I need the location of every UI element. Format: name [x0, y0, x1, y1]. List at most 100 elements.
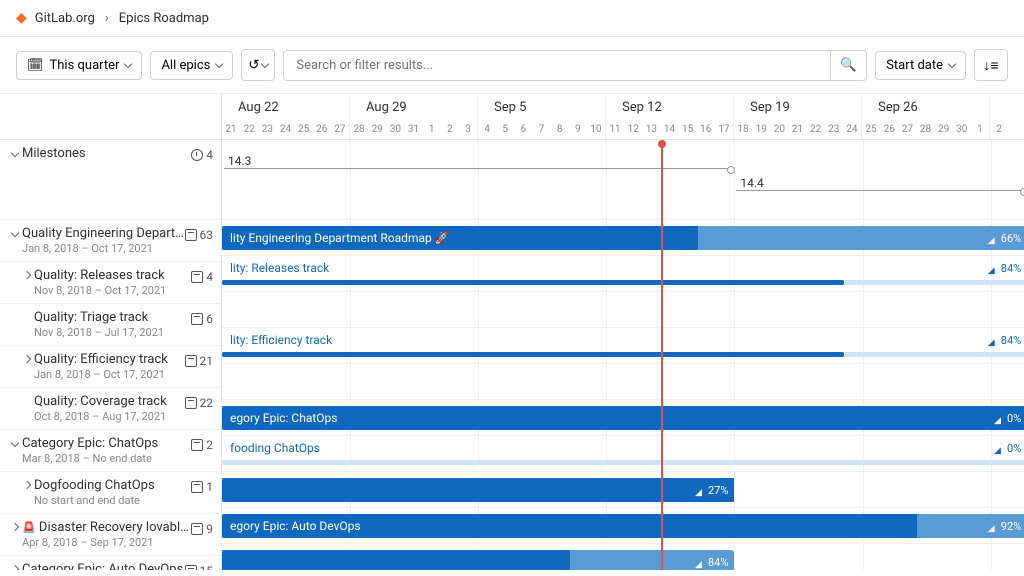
epic-count: 15 — [200, 564, 214, 570]
day-label: 10 — [587, 124, 605, 135]
sidebar-header-blank — [0, 94, 221, 140]
epic-count: 21 — [200, 354, 214, 368]
epic-row[interactable]: Quality Engineering Department Roa… Jan … — [0, 220, 221, 262]
search-icon: 🔍 — [840, 58, 857, 73]
week-column: Sep 12 11121314151617 — [606, 94, 734, 139]
epic-count: 63 — [200, 228, 214, 242]
epic-title: Quality: Efficiency track — [34, 352, 185, 367]
week-label: Sep 19 — [750, 100, 861, 115]
milestones-row[interactable]: Milestones 4 — [0, 140, 221, 220]
epic-title: Quality: Coverage track — [34, 394, 185, 409]
day-label — [1008, 124, 1024, 135]
week-label: Sep 5 — [494, 100, 605, 115]
search-input[interactable] — [284, 51, 830, 80]
epic-bar[interactable]: lity: Efficiency track 84% — [222, 330, 1024, 350]
week-label: Aug 22 — [238, 100, 349, 115]
epics-sidebar: Milestones 4 Quality Engineering Departm… — [0, 94, 222, 570]
epic-bar-label: lity Engineering Department Roadmap 🚀 — [222, 231, 458, 245]
day-label: 22 — [807, 124, 825, 135]
breadcrumb-org[interactable]: GitLab.org — [35, 11, 95, 26]
week-column: Sep 19 18192021222324 — [734, 94, 862, 139]
chevron-down-icon — [948, 60, 956, 68]
epic-row[interactable]: 🚨 Disaster Recovery lovable maturity Apr… — [0, 514, 221, 556]
breadcrumb-page[interactable]: Epics Roadmap — [119, 11, 209, 26]
controls-bar: 🗓 This quarter All epics ↺ 🔍 Start date … — [0, 37, 1024, 94]
day-label: 30 — [953, 124, 971, 135]
epic-row[interactable]: Category Epic: ChatOps Mar 8, 2018 – No … — [0, 430, 221, 472]
epic-lane: lity: Releases track 84% — [222, 256, 1024, 292]
epic-bar[interactable]: fooding ChatOps 0% — [222, 438, 1024, 458]
epic-progress-track — [222, 460, 1024, 465]
milestone-label[interactable]: 14.4 — [740, 176, 763, 190]
epic-dates: Jan 8, 2018 – Oct 17, 2021 — [34, 368, 185, 381]
sort-label: Start date — [886, 58, 943, 73]
epic-dates: Mar 8, 2018 – No end date — [22, 452, 191, 465]
epics-filter-select[interactable]: All epics — [150, 51, 233, 80]
epic-icon — [185, 355, 197, 367]
day-label: 22 — [240, 124, 258, 135]
milestone-line — [224, 168, 732, 169]
day-label: 13 — [642, 124, 660, 135]
calendar-icon: 🗓 — [27, 58, 44, 73]
epic-bar[interactable]: lity: Releases track 84% — [222, 258, 1024, 278]
epic-count: 9 — [206, 522, 213, 536]
sort-icon: ↓≡ — [983, 57, 998, 74]
day-label: 21 — [222, 124, 240, 135]
epic-bar-label: egory Epic: Auto DevOps — [222, 519, 369, 533]
range-select[interactable]: 🗓 This quarter — [16, 51, 142, 80]
week-column: Aug 22 21222324252627 — [222, 94, 350, 139]
epic-row[interactable]: Quality: Efficiency track Jan 8, 2018 – … — [0, 346, 221, 388]
epic-lane: 27% — [222, 472, 1024, 508]
epic-row[interactable]: Quality: Triage track Nov 8, 2018 – Jul … — [0, 304, 221, 346]
roadmap: Milestones 4 Quality Engineering Departm… — [0, 94, 1024, 570]
epic-row[interactable]: Quality: Releases track Nov 8, 2018 – Oc… — [0, 262, 221, 304]
epic-bar-pct: 0% — [994, 412, 1021, 425]
epic-progress-fill — [222, 352, 844, 357]
weight-icon — [988, 233, 998, 243]
epic-bar-pct: 84% — [695, 556, 728, 569]
epic-count: 2 — [206, 438, 213, 452]
milestones-lane: 14.3 14.4 — [222, 140, 1024, 220]
weight-icon — [695, 557, 705, 567]
history-icon: ↺ — [248, 58, 259, 73]
epic-dates: No start and end date — [34, 494, 191, 507]
day-label: 1 — [423, 124, 441, 135]
epic-bar-label: lity: Releases track — [222, 261, 337, 275]
sort-direction-button[interactable]: ↓≡ — [974, 49, 1008, 81]
epic-title: Quality Engineering Department Roa… — [22, 226, 185, 241]
epic-count: 22 — [200, 396, 214, 410]
chevron-down-icon — [261, 60, 269, 68]
day-label: 31 — [404, 124, 422, 135]
epic-bar[interactable]: 84% — [222, 550, 734, 570]
epic-count: 1 — [206, 480, 213, 494]
emoji-icon: 🚨 — [22, 521, 36, 534]
epic-bar[interactable]: egory Epic: ChatOps 0% — [222, 406, 1024, 430]
day-label: 12 — [624, 124, 642, 135]
search-submit[interactable]: 🔍 — [830, 51, 866, 80]
week-label: Sep 26 — [878, 100, 989, 115]
epic-row[interactable]: Dogfooding ChatOps No start and end date… — [0, 472, 221, 514]
milestone-label[interactable]: 14.3 — [228, 154, 251, 168]
epic-bar-pct: 27% — [695, 484, 728, 497]
clock-icon — [191, 149, 203, 161]
day-label: 1 — [971, 124, 989, 135]
epic-row[interactable]: Category Epic: Auto DevOps Apr 8, 2018 –… — [0, 556, 221, 570]
day-label: 28 — [916, 124, 934, 135]
chevron-down-icon — [11, 149, 19, 157]
sort-select[interactable]: Start date — [875, 51, 966, 80]
epic-row[interactable]: Quality: Coverage track Oct 8, 2018 – Au… — [0, 388, 221, 430]
weight-icon — [988, 263, 998, 273]
day-label: 23 — [825, 124, 843, 135]
epic-bar[interactable]: lity Engineering Department Roadmap 🚀 66… — [222, 226, 1024, 250]
epic-bar[interactable]: 27% — [222, 478, 734, 502]
epic-bar-label: lity: Efficiency track — [222, 333, 340, 347]
day-label: 27 — [331, 124, 349, 135]
epic-bar[interactable]: egory Epic: Auto DevOps 92% — [222, 514, 1024, 538]
chevron-down-icon — [11, 439, 19, 447]
timeline[interactable]: Aug 22 21222324252627Aug 29 28293031123S… — [222, 94, 1024, 570]
day-label: 30 — [386, 124, 404, 135]
history-button[interactable]: ↺ — [241, 49, 275, 81]
epic-lane: egory Epic: Auto DevOps 92% — [222, 508, 1024, 544]
timeline-header: Aug 22 21222324252627Aug 29 28293031123S… — [222, 94, 1024, 140]
day-label: 11 — [606, 124, 624, 135]
